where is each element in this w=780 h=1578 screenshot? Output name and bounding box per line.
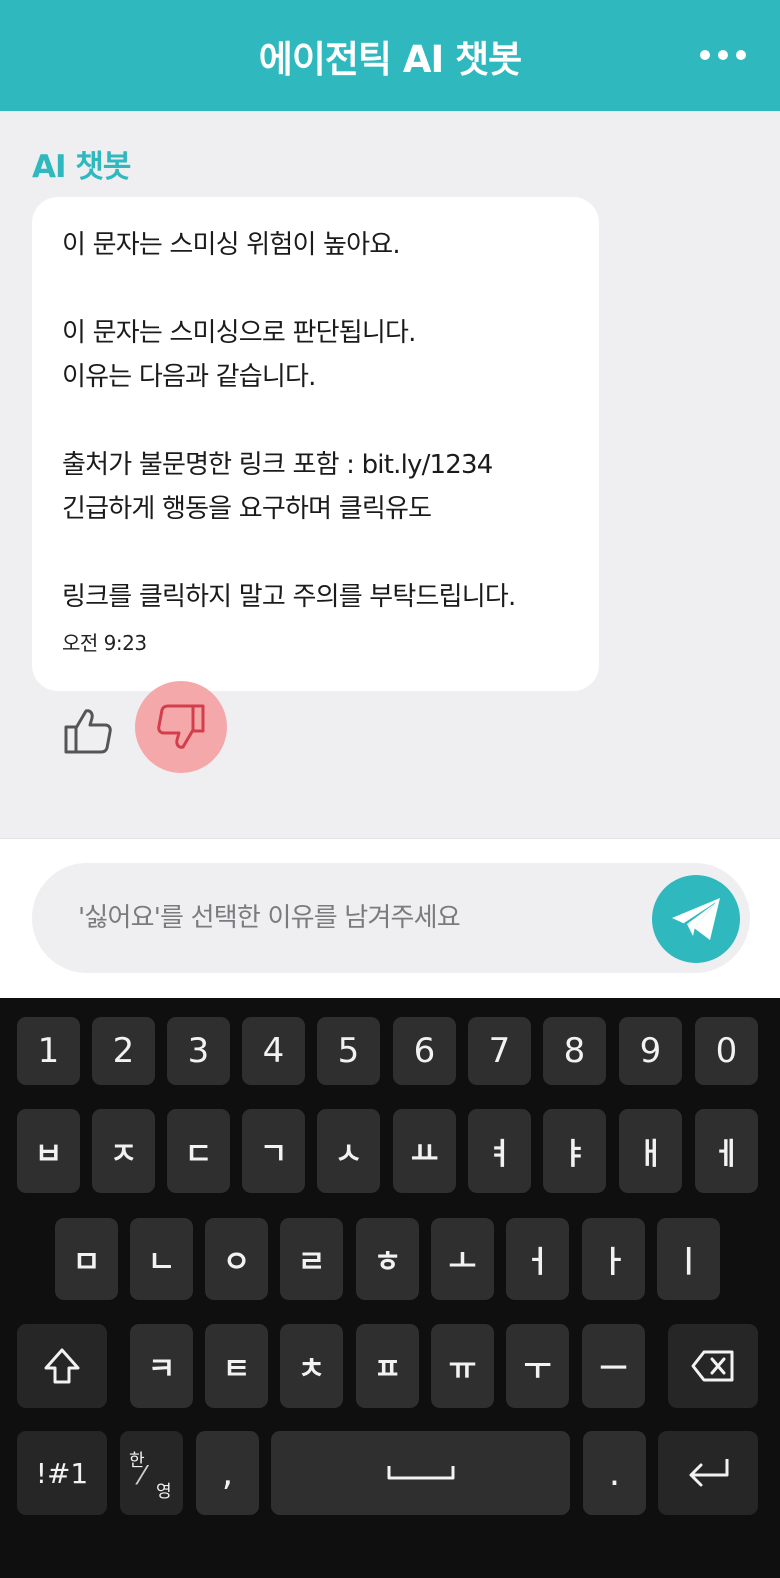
dot-icon	[736, 50, 746, 60]
message-line	[62, 531, 571, 575]
key-3[interactable]: 3	[167, 1017, 230, 1085]
thumbs-up-icon	[64, 709, 112, 754]
key-jamo[interactable]: ㅅ	[317, 1109, 380, 1193]
key-jamo[interactable]: ㅎ	[356, 1218, 419, 1300]
key-jamo[interactable]: ㅇ	[205, 1218, 268, 1300]
key-jamo[interactable]: ㄹ	[280, 1218, 343, 1300]
return-arrow-icon	[689, 1459, 729, 1487]
key-jamo[interactable]: ㅠ	[431, 1324, 494, 1408]
shift-arrow-icon	[44, 1348, 80, 1384]
key-jamo[interactable]: ㅂ	[17, 1109, 80, 1193]
more-options-button[interactable]	[700, 50, 746, 60]
shift-key[interactable]	[17, 1324, 107, 1408]
on-screen-keyboard: 1 2 3 4 5 6 7 8 9 0 ㅂ ㅈ ㄷ ㄱ ㅅ ㅛ ㅕ ㅑ ㅐ ㅔ …	[0, 998, 780, 1578]
space-bar-icon	[387, 1466, 454, 1480]
key-jamo[interactable]: ㅕ	[468, 1109, 531, 1193]
key-jamo[interactable]: ㅈ	[92, 1109, 155, 1193]
key-jamo[interactable]: ㅜ	[506, 1324, 569, 1408]
message-line: 이유는 다음과 같습니다.	[62, 362, 316, 392]
like-button[interactable]	[62, 705, 114, 757]
key-jamo[interactable]: ㅔ	[695, 1109, 758, 1193]
dot-icon	[718, 50, 728, 60]
key-jamo[interactable]: ㄱ	[242, 1109, 305, 1193]
paper-plane-icon	[672, 898, 720, 940]
key-6[interactable]: 6	[393, 1017, 456, 1085]
key-8[interactable]: 8	[543, 1017, 606, 1085]
key-7[interactable]: 7	[468, 1017, 531, 1085]
enter-key[interactable]	[658, 1431, 758, 1515]
message-line	[62, 267, 571, 311]
key-jamo[interactable]: ㅋ	[130, 1324, 193, 1408]
key-jamo[interactable]: ㅗ	[431, 1218, 494, 1300]
space-key[interactable]	[271, 1431, 570, 1515]
symbols-key[interactable]: !#1	[17, 1431, 107, 1515]
key-4[interactable]: 4	[242, 1017, 305, 1085]
key-0[interactable]: 0	[695, 1017, 758, 1085]
backspace-key[interactable]	[668, 1324, 758, 1408]
key-jamo[interactable]: ㄴ	[130, 1218, 193, 1300]
key-jamo[interactable]: ㅐ	[619, 1109, 682, 1193]
lang-english-label: 영	[156, 1482, 172, 1502]
message-line: 이 문자는 스미싱으로 판단됩니다.	[62, 318, 416, 348]
key-jamo[interactable]: ㅑ	[543, 1109, 606, 1193]
message-line: 출처가 불문명한 링크 포함 : bit.ly/1234	[62, 450, 493, 480]
comma-key[interactable]: ,	[196, 1431, 259, 1515]
dislike-button[interactable]	[135, 681, 227, 773]
thumbs-down-icon	[157, 704, 205, 749]
backspace-icon	[691, 1350, 734, 1382]
message-line: 긴급하게 행동을 요구하며 클릭유도	[62, 494, 432, 524]
key-jamo[interactable]: ㅣ	[657, 1218, 720, 1300]
key-jamo[interactable]: ㄷ	[167, 1109, 230, 1193]
feedback-input[interactable]: '싫어요'를 선택한 이유를 남겨주세요	[32, 863, 750, 973]
key-jamo[interactable]: ㅛ	[393, 1109, 456, 1193]
message-composer: '싫어요'를 선택한 이유를 남겨주세요	[0, 838, 780, 998]
key-jamo[interactable]: ㅊ	[280, 1324, 343, 1408]
key-jamo[interactable]: ㅡ	[582, 1324, 645, 1408]
slash-divider: ⁄	[140, 1461, 145, 1491]
page-title: 에이전틱 AI 챗봇	[258, 37, 522, 81]
message-line	[62, 399, 571, 443]
message-timestamp: 오전 9:23	[62, 631, 147, 655]
chat-area[interactable]: AI 챗봇 이 문자는 스미싱 위험이 높아요. 이 문자는 스미싱으로 판단됩…	[0, 111, 780, 839]
send-button[interactable]	[652, 875, 740, 963]
input-placeholder: '싫어요'를 선택한 이유를 남겨주세요	[78, 903, 461, 933]
key-jamo[interactable]: ㅁ	[55, 1218, 118, 1300]
key-5[interactable]: 5	[317, 1017, 380, 1085]
key-9[interactable]: 9	[619, 1017, 682, 1085]
message-bubble: 이 문자는 스미싱 위험이 높아요. 이 문자는 스미싱으로 판단됩니다. 이유…	[32, 197, 599, 691]
language-switch-key[interactable]: 한 ⁄ 영	[120, 1431, 183, 1515]
key-jamo[interactable]: ㅌ	[205, 1324, 268, 1408]
dot-icon	[700, 50, 710, 60]
message-line: 링크를 클릭하지 말고 주의를 부탁드립니다.	[62, 582, 516, 612]
key-jamo[interactable]: ㅓ	[506, 1218, 569, 1300]
sender-name: AI 챗봇	[32, 149, 131, 185]
key-2[interactable]: 2	[92, 1017, 155, 1085]
period-key[interactable]: .	[583, 1431, 646, 1515]
message-line: 이 문자는 스미싱 위험이 높아요.	[62, 230, 401, 260]
key-jamo[interactable]: ㅏ	[582, 1218, 645, 1300]
key-1[interactable]: 1	[17, 1017, 80, 1085]
app-header: 에이전틱 AI 챗봇	[0, 0, 780, 111]
key-jamo[interactable]: ㅍ	[356, 1324, 419, 1408]
